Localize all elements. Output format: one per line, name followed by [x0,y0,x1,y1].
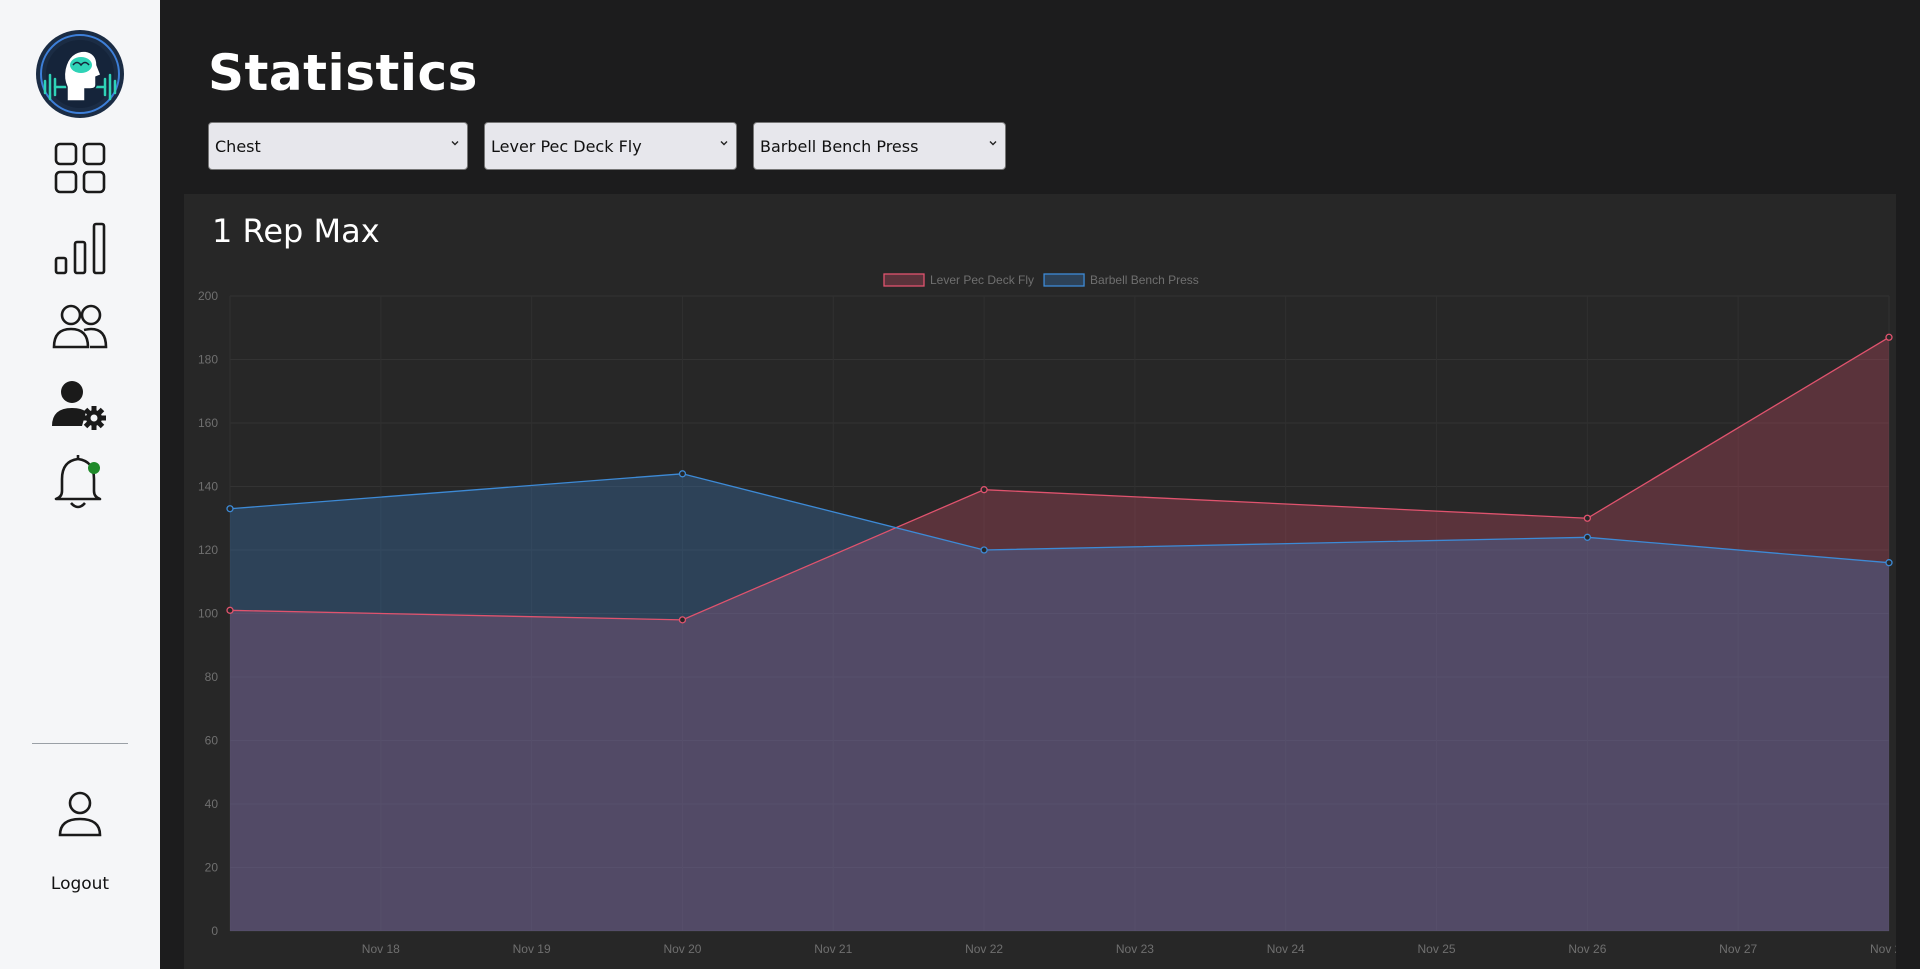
grid-icon [54,142,106,194]
x-tick-label: Nov 27 [1719,942,1757,956]
sidebar-item-account-settings[interactable] [0,378,160,434]
sidebar-item-dashboard[interactable] [0,140,160,196]
app-logo[interactable] [0,28,160,120]
legend-label-1: Lever Pec Deck Fly [930,273,1034,287]
logout-button[interactable]: Logout [0,874,160,894]
y-tick-label: 40 [205,797,219,811]
y-tick-label: 180 [198,353,218,367]
notification-badge [88,462,100,474]
exercise-2-select-value: Barbell Bench Press [760,136,919,156]
exercise-1-select[interactable]: Lever Pec Deck Fly [484,122,737,170]
data-point [226,505,234,513]
exercise-2-select[interactable]: Barbell Bench Press [753,122,1006,170]
users-icon [52,304,108,349]
data-point [226,606,234,614]
sidebar: Logout [0,0,160,969]
x-tick-label: Nov 22 [965,942,1003,956]
x-tick-label: Nov 26 [1568,942,1606,956]
y-tick-label: 80 [205,670,219,684]
data-point [1583,514,1592,522]
sidebar-item-friends[interactable] [0,300,160,352]
x-tick-label: Nov 28 [1870,942,1896,956]
x-tick-label: Nov 20 [663,942,701,956]
chevron-down-icon [451,141,459,146]
chevron-down-icon [720,141,728,146]
y-tick-label: 20 [205,861,219,875]
sidebar-divider [32,743,128,744]
y-tick-label: 140 [198,480,218,494]
one-rep-max-chart: 0 20 40 60 80 100 120 140 160 180 200 Nov 18 Nov 19 N… [198,273,1896,956]
sidebar-item-statistics[interactable] [0,218,160,278]
data-point [1885,559,1893,567]
one-rep-max-panel: 1 Rep Max 0 20 40 60 80 100 120 140 160 180 200 Nov… [184,194,1896,969]
sidebar-item-profile[interactable] [0,788,160,840]
user-gear-icon [52,381,106,430]
legend-swatch-1 [883,273,925,287]
data-point [1885,333,1893,341]
y-tick-label: 120 [198,543,218,557]
page-title: Statistics [208,44,478,102]
data-point [678,616,687,624]
y-tick-label: 60 [205,734,219,748]
y-tick-label: 160 [198,416,218,430]
muscle-group-select[interactable]: Chest [208,122,468,170]
x-tick-label: Nov 24 [1267,942,1305,956]
y-tick-label: 200 [198,289,218,303]
chevron-down-icon [989,141,997,146]
bell-icon [54,455,102,509]
legend-swatch-2 [1043,273,1085,287]
data-point [980,486,988,494]
user-icon [58,791,102,837]
data-point [678,470,687,478]
y-tick-label: 0 [211,924,218,938]
legend-label-2: Barbell Bench Press [1090,273,1199,287]
x-tick-label: Nov 18 [362,942,400,956]
y-tick-label: 100 [198,607,218,621]
x-tick-label: Nov 21 [814,942,852,956]
bar-chart-icon [54,222,106,275]
main-content: Statistics Chest Lever Pec Deck Fly Barb… [160,0,1920,969]
sidebar-item-notifications[interactable] [0,450,160,514]
muscle-group-select-value: Chest [215,136,261,156]
brain-dumbbell-logo-icon [36,30,124,118]
data-point [980,546,988,554]
x-tick-label: Nov 25 [1418,942,1456,956]
data-point [1583,533,1592,541]
exercise-1-select-value: Lever Pec Deck Fly [491,136,642,156]
x-tick-label: Nov 19 [513,942,551,956]
x-tick-label: Nov 23 [1116,942,1154,956]
